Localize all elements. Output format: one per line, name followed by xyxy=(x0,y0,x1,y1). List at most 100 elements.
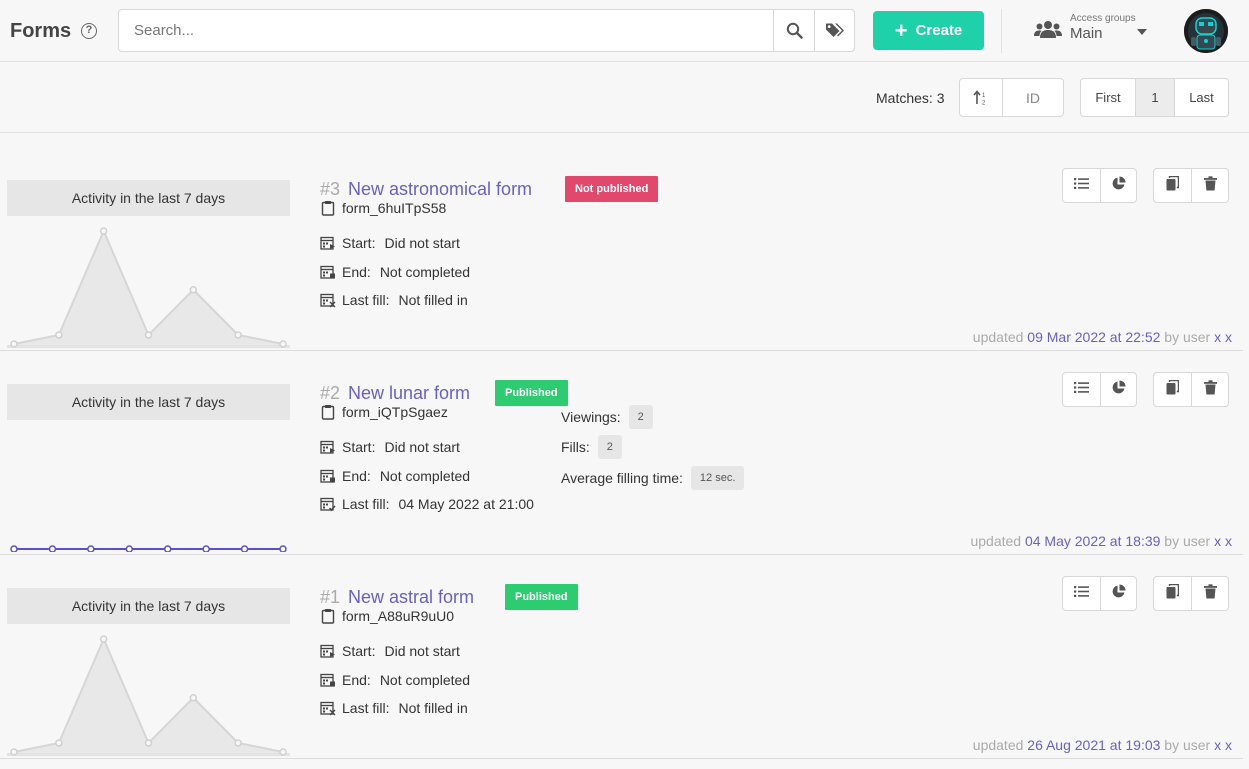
copy-button[interactable] xyxy=(1154,169,1191,202)
viewings-value: 2 xyxy=(628,405,653,429)
last-fill-label: Last fill: xyxy=(342,496,390,512)
search-button[interactable] xyxy=(773,10,814,51)
create-button[interactable]: + Create xyxy=(873,11,984,50)
sparkline-baseline xyxy=(7,345,290,348)
viewings-row: Viewings: 2 xyxy=(561,405,653,429)
start-row: Start: Did not start xyxy=(320,235,460,251)
statistics-button[interactable] xyxy=(1099,577,1137,610)
list-icon xyxy=(1073,381,1089,399)
sparkline-point xyxy=(202,545,210,552)
updated-by: by user xyxy=(1164,737,1211,753)
sparkline-point xyxy=(10,545,18,552)
card-actions xyxy=(1062,168,1229,203)
copy-button[interactable] xyxy=(1154,577,1191,610)
users-icon xyxy=(1034,21,1062,38)
sparkline-area xyxy=(14,231,283,347)
delete-button[interactable] xyxy=(1191,169,1228,202)
sparkline-point xyxy=(240,545,249,552)
form-title-link[interactable]: New lunar form xyxy=(348,383,470,404)
updated-user-link[interactable]: x x xyxy=(1214,533,1232,549)
copy-button[interactable] xyxy=(1154,373,1191,406)
viewings-label: Viewings: xyxy=(561,409,621,425)
form-card: Activity in the last 7 days #1 New astra… xyxy=(0,555,1243,759)
edit-actions xyxy=(1153,576,1229,611)
form-card: Activity in the last 7 days #2 New lunar… xyxy=(0,351,1243,555)
copy-icon xyxy=(1166,175,1180,196)
chevron-down-icon xyxy=(1137,29,1147,35)
activity-sparkline xyxy=(7,227,290,348)
responses-list-button[interactable] xyxy=(1063,577,1100,610)
list-icon xyxy=(1073,585,1089,603)
copy-icon xyxy=(1166,583,1180,604)
end-row: End: Not completed xyxy=(320,672,470,688)
updated-user-link[interactable]: x x xyxy=(1214,737,1232,753)
delete-button[interactable] xyxy=(1191,373,1228,406)
updated-by: by user xyxy=(1164,533,1211,549)
calendar-last-fill-icon xyxy=(320,700,336,716)
create-button-label: Create xyxy=(915,22,963,39)
last-fill-value: Not filled in xyxy=(398,700,468,716)
view-actions xyxy=(1062,576,1137,611)
sparkline-point xyxy=(144,331,153,339)
form-number: #1 xyxy=(320,587,341,607)
end-value: Not completed xyxy=(379,672,471,688)
delete-button[interactable] xyxy=(1191,577,1228,610)
fills-value: 2 xyxy=(597,435,622,459)
updated-date: 26 Aug 2021 at 19:03 xyxy=(1027,737,1161,753)
pagination-last[interactable]: Last xyxy=(1175,79,1228,116)
access-groups-dropdown[interactable]: Access groups Main xyxy=(1034,12,1154,50)
calendar-start-icon xyxy=(320,439,336,455)
start-label: Start: xyxy=(342,643,376,659)
end-label: End: xyxy=(342,264,371,280)
sparkline-line xyxy=(13,228,284,345)
updated-prefix: updated xyxy=(972,737,1024,753)
clipboard-icon xyxy=(320,404,336,420)
trash-icon xyxy=(1203,175,1217,196)
responses-list-button[interactable] xyxy=(1063,373,1100,406)
sparkline-point xyxy=(163,545,172,552)
sparkline-point xyxy=(189,694,198,702)
clipboard-icon xyxy=(320,200,336,216)
sparkline-point xyxy=(189,286,198,294)
updated-info: updated 09 Mar 2022 at 22:52 by user x x xyxy=(973,329,1232,345)
sort-direction-button[interactable]: 1 2 xyxy=(960,79,1003,116)
updated-user-link[interactable]: x x xyxy=(1214,329,1232,345)
fills-row: Fills: 2 xyxy=(561,435,622,459)
form-number: #2 xyxy=(320,383,341,403)
pagination-page[interactable]: 1 xyxy=(1136,79,1175,116)
form-title-link[interactable]: New astronomical form xyxy=(348,179,532,200)
pagination-first[interactable]: First xyxy=(1081,79,1136,116)
edit-actions xyxy=(1153,168,1229,203)
svg-text:1: 1 xyxy=(982,93,986,99)
last-fill-row: Last fill: Not filled in xyxy=(320,700,468,716)
start-row: Start: Did not start xyxy=(320,643,460,659)
form-code-row: form_6huITpS58 xyxy=(320,200,446,216)
avatar[interactable] xyxy=(1184,9,1228,53)
tags-icon xyxy=(826,23,844,37)
start-row: Start: Did not start xyxy=(320,439,460,455)
sort-field-button[interactable]: ID xyxy=(1003,79,1063,116)
sparkline-point xyxy=(99,635,108,643)
statistics-button[interactable] xyxy=(1099,373,1137,406)
responses-list-button[interactable] xyxy=(1063,169,1100,202)
tags-button[interactable] xyxy=(814,10,855,51)
statistics-button[interactable] xyxy=(1099,169,1137,202)
last-fill-value: Not filled in xyxy=(398,292,468,308)
calendar-last-fill-icon xyxy=(320,496,336,512)
page-title: Forms xyxy=(10,20,72,42)
edit-actions xyxy=(1153,372,1229,407)
end-value: Not completed xyxy=(379,468,471,484)
search-input[interactable] xyxy=(119,10,773,51)
trash-icon xyxy=(1203,379,1217,400)
sparkline-point xyxy=(144,739,153,747)
activity-label: Activity in the last 7 days xyxy=(7,384,290,420)
start-value: Did not start xyxy=(384,235,460,251)
pagination: First 1 Last xyxy=(1080,78,1229,117)
sparkline-point xyxy=(99,227,108,235)
form-title-link[interactable]: New astral form xyxy=(348,587,474,608)
help-icon[interactable]: ? xyxy=(81,23,97,39)
start-label: Start: xyxy=(342,235,376,251)
sparkline-point xyxy=(279,545,287,552)
divider xyxy=(1001,9,1002,53)
sparkline-line xyxy=(13,636,284,753)
